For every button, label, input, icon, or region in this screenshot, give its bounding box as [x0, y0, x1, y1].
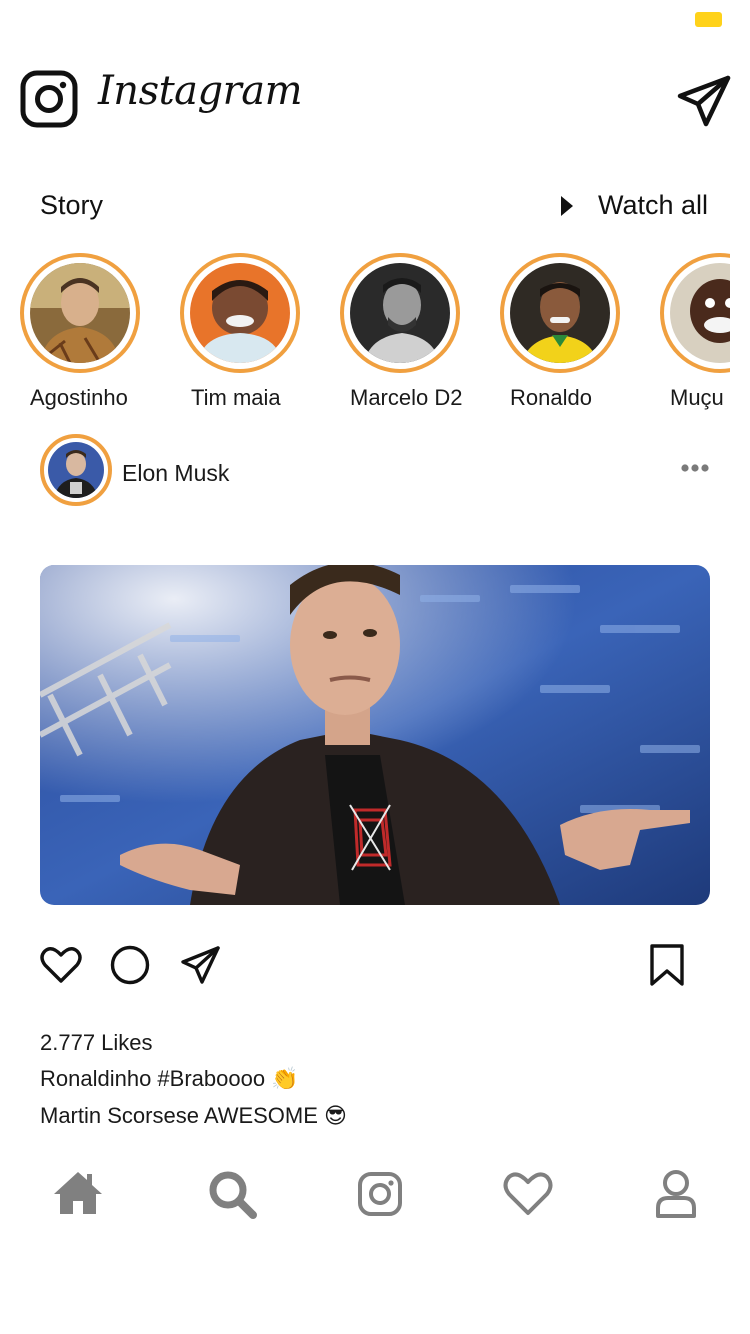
- avatar: [190, 263, 290, 363]
- avatar: [30, 263, 130, 363]
- story-section-header: Story Watch all: [40, 190, 710, 226]
- story-ring: [500, 253, 620, 373]
- story-title: Story: [40, 190, 104, 220]
- home-icon[interactable]: [52, 1168, 104, 1220]
- story-ring: [20, 253, 140, 373]
- post-header: Elon Musk: [40, 434, 710, 506]
- story-name: Muçu: [670, 385, 724, 410]
- caption-line: Martin Scorsese AWESOME 😎: [40, 1103, 347, 1128]
- story-item[interactable]: Muçu: [660, 253, 730, 423]
- avatar: [510, 263, 610, 363]
- story-ring: [660, 253, 730, 373]
- likes-count: 2.777 Likes: [40, 1030, 153, 1055]
- avatar: [48, 442, 104, 498]
- circle-comment-icon[interactable]: [110, 944, 152, 986]
- story-name: Tim maia: [191, 385, 281, 410]
- avatar: [670, 263, 730, 363]
- battery-indicator: [695, 12, 722, 27]
- story-list: Agostinho Tim maia Marcelo D2 Ronaldo Mu…: [0, 253, 730, 423]
- story-item[interactable]: Marcelo D2: [340, 253, 500, 423]
- story-name: Agostinho: [30, 385, 128, 410]
- app-title: Instagram: [98, 68, 303, 114]
- instagram-camera-icon[interactable]: [354, 1168, 406, 1220]
- story-item[interactable]: Agostinho: [20, 253, 180, 423]
- bottom-nav: [0, 1168, 750, 1222]
- post-image[interactable]: [40, 565, 710, 905]
- app-header: Instagram: [0, 60, 750, 140]
- story-name: Ronaldo: [510, 385, 592, 410]
- story-ring: [180, 253, 300, 373]
- watch-all-label: Watch all: [597, 190, 708, 220]
- profile-icon[interactable]: [650, 1168, 702, 1220]
- story-item[interactable]: Tim maia: [180, 253, 340, 423]
- post-actions: [40, 944, 710, 988]
- avatar: [350, 263, 450, 363]
- bookmark-icon[interactable]: [646, 944, 688, 986]
- paper-plane-icon[interactable]: [180, 944, 222, 986]
- post-avatar-ring[interactable]: [40, 434, 112, 506]
- watch-all-button[interactable]: Watch all: [560, 190, 708, 221]
- heart-icon[interactable]: [40, 944, 82, 986]
- caption-line: Ronaldinho #Braboooo 👏: [40, 1066, 299, 1091]
- more-dots-icon[interactable]: [680, 462, 710, 474]
- play-icon: [560, 195, 573, 216]
- story-name: Marcelo D2: [350, 385, 463, 410]
- heart-icon[interactable]: [502, 1168, 554, 1220]
- paper-plane-icon[interactable]: [676, 72, 732, 128]
- instagram-camera-icon[interactable]: [20, 70, 78, 128]
- story-item[interactable]: Ronaldo: [500, 253, 660, 423]
- story-ring: [340, 253, 460, 373]
- search-icon[interactable]: [206, 1168, 258, 1220]
- post-username[interactable]: Elon Musk: [122, 460, 229, 487]
